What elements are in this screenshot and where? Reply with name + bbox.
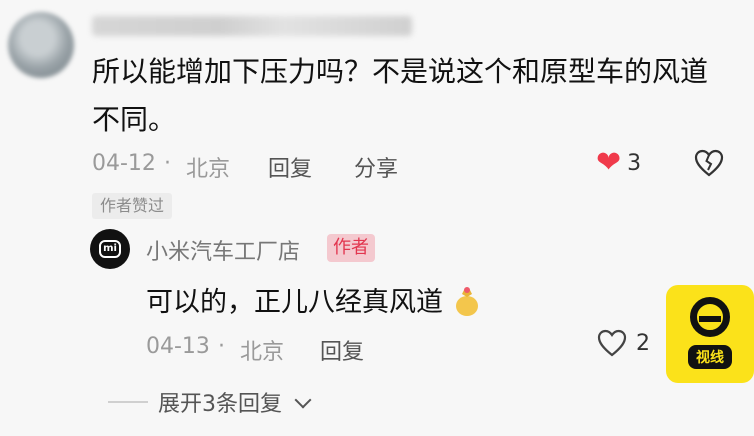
money-bag-emoji-icon <box>455 287 478 316</box>
reply-author-name[interactable]: 小米汽车工厂店 <box>146 234 300 266</box>
comment-separator: · <box>164 151 171 176</box>
comment-location: 北京 <box>186 157 231 182</box>
comment-date: 04-12 <box>92 151 156 176</box>
xiaomi-logo-icon: mi <box>99 240 121 258</box>
comment-reply-button[interactable]: 回复 <box>268 151 312 183</box>
comment-like-count: 3 <box>627 150 642 176</box>
reply-separator: · <box>218 334 225 359</box>
reply-text-row: 可以的，正儿八经真风道 <box>146 280 482 319</box>
comment-share-button[interactable]: 分享 <box>354 151 398 183</box>
reply-reply-button[interactable]: 回复 <box>320 334 364 366</box>
heart-outline-icon <box>597 329 627 357</box>
reply-text: 可以的，正儿八经真风道 <box>146 287 443 318</box>
broken-heart-icon <box>694 149 724 177</box>
reply-like-count: 2 <box>636 330 650 356</box>
dislike-button[interactable] <box>693 147 725 183</box>
reply-author-avatar[interactable]: mi <box>90 229 130 269</box>
comment-like-button[interactable]: ❤ 3 <box>596 148 641 178</box>
author-badge: 作者 <box>327 234 375 262</box>
watermark-label: 视线 <box>688 345 732 369</box>
expand-replies-label: 展开3条回复 <box>158 392 282 417</box>
commenter-avatar[interactable] <box>8 12 74 78</box>
reply-location: 北京 <box>240 340 285 365</box>
watermark-ring-icon <box>690 297 730 337</box>
heart-filled-icon: ❤ <box>596 145 622 180</box>
commenter-name-blurred[interactable] <box>92 16 412 36</box>
expand-divider <box>108 401 148 403</box>
reply-date: 04-13 <box>146 334 210 359</box>
comment-text-line-1: 所以能增加下压力吗？不是说这个和原型车的风道 <box>92 55 709 88</box>
comment-text-line-2: 不同。 <box>92 103 177 136</box>
expand-replies-button[interactable]: 展开3条回复 <box>158 386 312 418</box>
comment-text: 所以能增加下压力吗？不是说这个和原型车的风道 不同。 <box>92 48 742 144</box>
reply-like-button[interactable]: 2 <box>596 328 650 358</box>
chevron-down-icon <box>294 391 312 409</box>
author-liked-tag: 作者赞过 <box>92 193 173 219</box>
watermark-logo: 视线 <box>666 285 754 383</box>
